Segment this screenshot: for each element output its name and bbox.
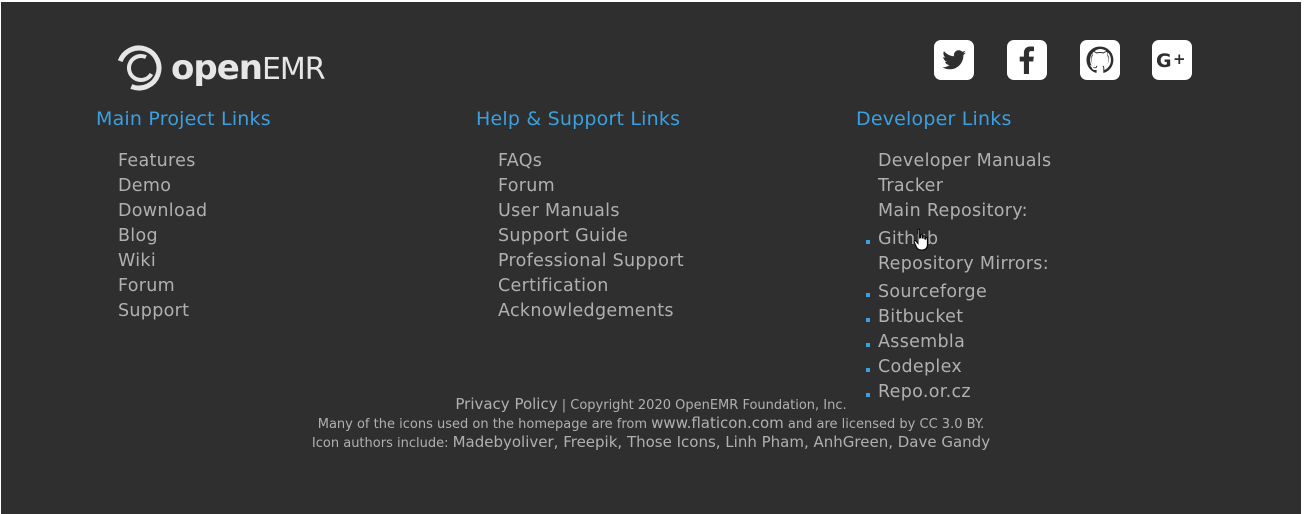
google-plus-icon[interactable]: G + [1152, 40, 1192, 80]
svg-text:+: + [1173, 50, 1186, 68]
link-assembla[interactable]: Assembla [856, 330, 1051, 355]
openemr-logo[interactable]: openEMR [113, 40, 326, 96]
logo-wordmark: openEMR [171, 48, 326, 88]
link-user-manuals[interactable]: User Manuals [498, 199, 684, 224]
icon-authors-line: Icon authors include: Madebyoliver, Free… [1, 433, 1301, 452]
link-faqs[interactable]: FAQs [498, 149, 684, 174]
link-acknowledgements[interactable]: Acknowledgements [498, 299, 684, 324]
hand-cursor-icon [913, 228, 928, 251]
icons-suffix-text: . [980, 417, 985, 432]
flaticon-link[interactable]: www.flaticon.com [651, 414, 784, 432]
link-professional-support[interactable]: Professional Support [498, 249, 684, 274]
link-download[interactable]: Download [118, 199, 271, 224]
help-support-heading: Help & Support Links [476, 108, 681, 130]
privacy-policy-link[interactable]: Privacy Policy [455, 395, 557, 413]
link-bitbucket[interactable]: Bitbucket [856, 305, 1051, 330]
link-forum[interactable]: Forum [118, 274, 271, 299]
license-link[interactable]: CC 3.0 BY [920, 417, 981, 432]
footer-legal: Privacy Policy | Copyright 2020 OpenEMR … [1, 395, 1301, 452]
facebook-icon[interactable] [1007, 40, 1047, 80]
icons-credit-line: Many of the icons used on the homepage a… [1, 414, 1301, 433]
link-demo[interactable]: Demo [118, 174, 271, 199]
logo-open: open [171, 48, 263, 88]
logo-emr: EMR [261, 52, 326, 87]
help-support-links: Help & Support Links FAQs Forum User Man… [476, 108, 684, 324]
link-help-forum[interactable]: Forum [498, 174, 684, 199]
link-support[interactable]: Support [118, 299, 271, 324]
main-repository-label: Main Repository: [878, 201, 1028, 221]
icons-prefix-text: Many of the icons used on the homepage a… [317, 417, 652, 432]
link-blog[interactable]: Blog [118, 224, 271, 249]
link-github[interactable]: Github [856, 227, 1051, 252]
repository-mirrors-label: Repository Mirrors: [878, 254, 1049, 274]
link-codeplex[interactable]: Codeplex [856, 355, 1051, 380]
main-project-links: Main Project Links Features Demo Downloa… [96, 108, 271, 324]
link-wiki[interactable]: Wiki [118, 249, 271, 274]
link-developer-manuals[interactable]: Developer Manuals [878, 149, 1051, 174]
icon-authors-links[interactable]: Madebyoliver, Freepik, Those Icons, Linh… [453, 433, 990, 451]
developer-links: Developer Links Developer Manuals Tracke… [856, 108, 1051, 405]
developer-heading: Developer Links [856, 108, 1012, 130]
link-tracker[interactable]: Tracker [878, 174, 1051, 199]
github-icon[interactable] [1080, 40, 1120, 80]
site-footer: openEMR G + Main Project Links Features … [1, 2, 1301, 514]
icons-mid-text: and are licensed by [783, 417, 920, 432]
authors-prefix-text: Icon authors include: [311, 436, 453, 451]
link-certification[interactable]: Certification [498, 274, 684, 299]
link-sourceforge[interactable]: Sourceforge [856, 280, 1051, 305]
link-features[interactable]: Features [118, 149, 271, 174]
copyright-line: Privacy Policy | Copyright 2020 OpenEMR … [1, 395, 1301, 414]
twitter-icon[interactable] [934, 40, 974, 80]
link-support-guide[interactable]: Support Guide [498, 224, 684, 249]
svg-text:G: G [1156, 50, 1172, 72]
openemr-logo-icon [116, 45, 162, 91]
copyright-text: | Copyright 2020 OpenEMR Foundation, Inc… [557, 398, 847, 413]
main-project-heading: Main Project Links [96, 108, 271, 130]
